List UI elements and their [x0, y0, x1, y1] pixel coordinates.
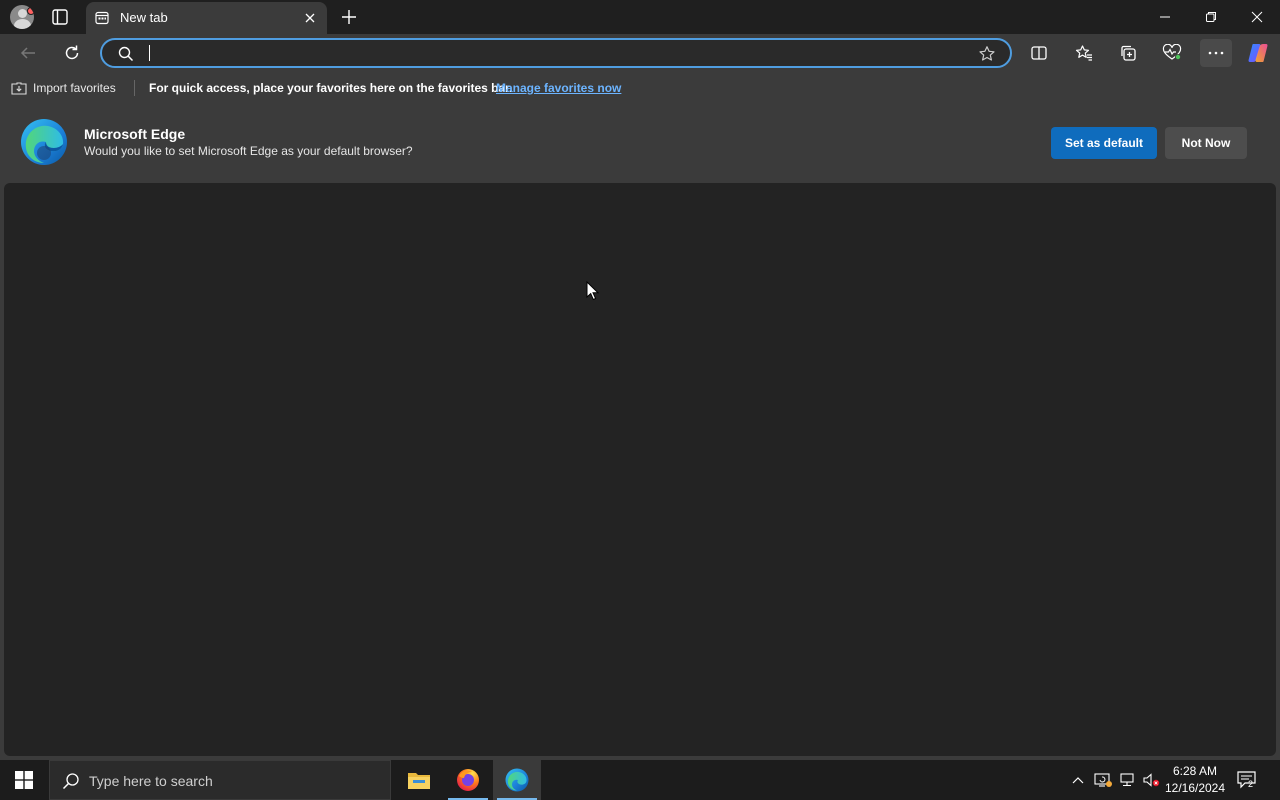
search-placeholder: Type here to search: [89, 773, 213, 789]
browser-window: New tab Import favorites For quick acces…: [0, 0, 1280, 760]
copilot-icon: [1248, 44, 1268, 62]
tray-network-icon[interactable]: [1117, 760, 1139, 800]
profile-avatar[interactable]: [10, 5, 34, 29]
firefox-icon: [457, 769, 479, 791]
search-icon: [118, 46, 134, 62]
favorite-star-icon[interactable]: [978, 45, 996, 63]
minimize-button[interactable]: [1142, 0, 1188, 34]
manage-favorites-link[interactable]: Manage favorites now: [496, 81, 621, 95]
clock-time: 6:28 AM: [1172, 764, 1218, 778]
import-favorites-label: Import favorites: [33, 81, 116, 95]
taskbar-edge[interactable]: [493, 760, 541, 800]
volume-muted-icon: [1143, 773, 1160, 787]
network-icon: [1120, 773, 1134, 787]
folder-icon: [408, 773, 430, 789]
not-now-button[interactable]: Not Now: [1165, 127, 1247, 159]
action-center-button[interactable]: 2: [1236, 770, 1258, 795]
tab-actions-icon[interactable]: [50, 7, 70, 27]
monitor-update-icon: [1094, 773, 1112, 787]
set-as-default-button[interactable]: Set as default: [1051, 127, 1157, 159]
copilot-button[interactable]: [1244, 39, 1272, 67]
clock-date: 12/16/2024: [1164, 781, 1226, 795]
import-favorites-icon: [11, 82, 27, 95]
tray-volume-icon[interactable]: [1140, 760, 1162, 800]
import-favorites-button[interactable]: Import favorites: [11, 81, 116, 95]
more-dots-icon: [1208, 51, 1224, 55]
tab-title: New tab: [120, 10, 168, 25]
tab-new-tab[interactable]: New tab: [86, 2, 327, 34]
favorites-hint: For quick access, place your favorites h…: [149, 81, 513, 95]
browser-essentials-button[interactable]: [1158, 39, 1186, 67]
chevron-up-icon: [1072, 777, 1084, 784]
arrow-left-icon: [20, 47, 35, 59]
favorites-icon: [1075, 45, 1092, 61]
infobar-message: Would you like to set Microsoft Edge as …: [84, 144, 413, 158]
back-button[interactable]: [14, 39, 42, 67]
browser-toolbar: [0, 34, 1280, 72]
infobar-title: Microsoft Edge: [84, 126, 186, 142]
edge-icon: [505, 768, 529, 792]
restore-button[interactable]: [1188, 0, 1234, 34]
refresh-icon: [65, 45, 79, 60]
favorites-button[interactable]: [1070, 39, 1098, 67]
favorites-bar: Import favorites For quick access, place…: [0, 72, 1280, 104]
notification-icon: [1237, 771, 1256, 789]
collections-icon: [1121, 45, 1136, 61]
settings-and-more-button[interactable]: [1200, 39, 1232, 67]
restore-icon: [1206, 12, 1216, 22]
split-screen-icon: [1031, 46, 1047, 60]
address-input[interactable]: [146, 43, 926, 63]
taskbar-clock[interactable]: 6:28 AM 12/16/2024: [1163, 763, 1227, 797]
taskbar-firefox[interactable]: [444, 760, 492, 800]
start-button[interactable]: [0, 760, 48, 800]
plus-icon: [342, 10, 356, 24]
split-screen-button[interactable]: [1025, 39, 1053, 67]
search-icon: [62, 773, 79, 790]
mouse-cursor-icon: [586, 281, 600, 301]
tab-strip: New tab: [0, 0, 1280, 34]
close-tab-icon[interactable]: [302, 10, 318, 26]
default-browser-infobar: Microsoft Edge Would you like to set Mic…: [0, 104, 1280, 180]
refresh-button[interactable]: [58, 39, 86, 67]
collections-button[interactable]: [1114, 39, 1142, 67]
notification-count: 2: [1248, 779, 1254, 789]
taskbar-search-box[interactable]: Type here to search: [49, 760, 391, 800]
taskbar-file-explorer[interactable]: [395, 760, 443, 800]
page-content: [4, 183, 1276, 756]
edge-logo-icon: [21, 119, 67, 165]
minimize-icon: [1160, 16, 1170, 18]
windows-logo-icon: [15, 771, 33, 789]
address-bar[interactable]: [100, 38, 1012, 68]
taskbar: Type here to search 6:28 AM 12/16/2024 2: [0, 760, 1280, 800]
favorites-divider: [134, 80, 135, 96]
close-icon: [1251, 11, 1263, 23]
new-tab-button[interactable]: [339, 7, 359, 27]
close-window-button[interactable]: [1234, 0, 1280, 34]
new-tab-page-icon: [95, 11, 109, 25]
tray-update-icon[interactable]: [1092, 760, 1114, 800]
heartbeat-icon: [1162, 44, 1182, 60]
show-hidden-icons[interactable]: [1068, 760, 1088, 800]
